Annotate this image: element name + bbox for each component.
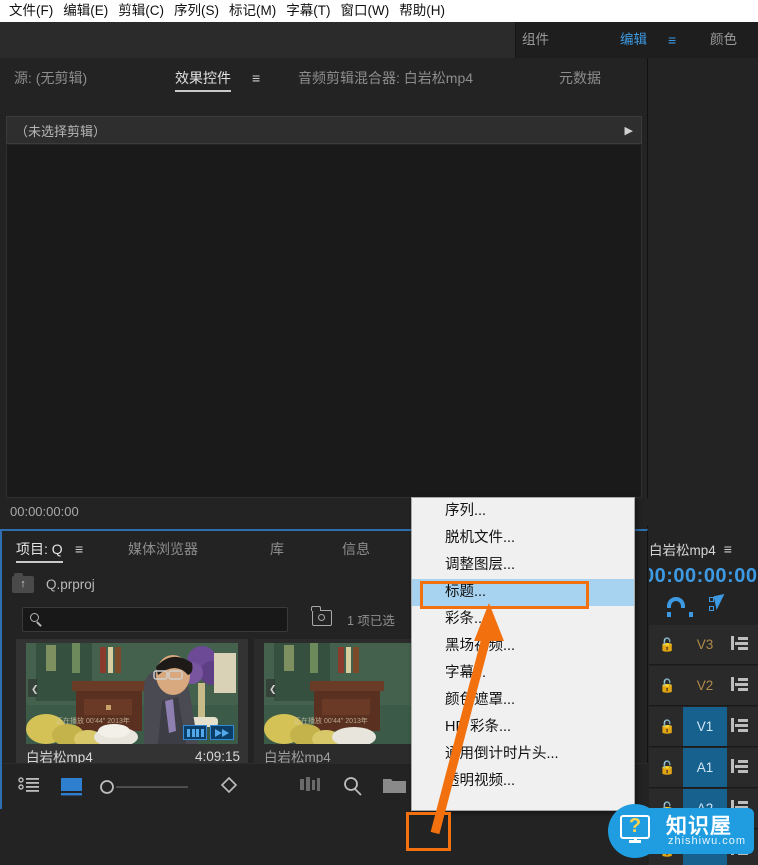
tab-metadata[interactable]: 元数据 — [559, 58, 601, 98]
menu-item-bars-and-tone[interactable]: 彩条... — [412, 606, 634, 633]
menu-item-hd-bars-and-tone[interactable]: HD 彩条... — [412, 714, 634, 741]
timeline-track-v3[interactable]: 🔓 V3 — [649, 625, 758, 665]
menu-item-black-video[interactable]: 黑场视频... — [412, 633, 634, 660]
menu-item-transparent-video[interactable]: 透明视频... — [412, 768, 634, 795]
workspace-bar: 组件 编辑 ≡ 颜色 — [0, 22, 758, 58]
project-panel-menu-icon[interactable]: ≡ — [75, 531, 83, 567]
project-file-name: Q.prproj — [46, 576, 95, 592]
effect-controls-menu-icon[interactable]: ≡ — [252, 58, 260, 98]
selection-info-label: 1 项已选 — [347, 614, 395, 628]
menu-item-sequence[interactable]: 序列(S) — [169, 0, 224, 22]
tab-project[interactable]: 项目: Q — [16, 531, 63, 567]
workspace-tab-assembly[interactable]: 组件 — [522, 22, 549, 58]
watermark-domain: zhishiwu.com — [668, 835, 747, 847]
menu-item-help[interactable]: 帮助(H) — [394, 0, 450, 22]
effect-controls-panel: 源: (无剪辑) 效果控件 ≡ 音频剪辑混合器: 白岩松mp4 元数据 （未选择… — [0, 58, 648, 528]
menu-bar: 文件(F) 编辑(E) 剪辑(C) 序列(S) 标记(M) 字幕(T) 窗口(W… — [0, 0, 758, 22]
question-mark-glyph: ? — [628, 815, 642, 837]
menu-item-title[interactable]: 字幕(T) — [281, 0, 335, 22]
track-target-icon[interactable] — [731, 759, 748, 775]
effect-controls-body — [6, 145, 642, 498]
premiere-pro-window: 文件(F) 编辑(E) 剪辑(C) 序列(S) 标记(M) 字幕(T) 窗口(W… — [0, 0, 758, 865]
search-icon — [30, 613, 39, 622]
snap-icon[interactable] — [667, 597, 693, 617]
svg-text:正在播放 00'44" 2013年: 正在播放 00'44" 2013年 — [56, 716, 130, 725]
menu-item-adjustment-layer[interactable]: 调整图层... — [412, 552, 634, 579]
clip-badges — [183, 725, 234, 740]
watermark: ? 知识屋 zhishiwu.com — [604, 800, 756, 862]
track-target-icon[interactable] — [731, 677, 748, 693]
timeline-timecode[interactable]: 00:00:00:00 — [649, 565, 757, 588]
tab-info[interactable]: 信息 — [342, 531, 370, 567]
linked-selection-icon[interactable] — [709, 594, 731, 615]
timeline-track-a1[interactable]: 🔓 A1 — [649, 748, 758, 788]
menu-item-edit[interactable]: 编辑(E) — [58, 0, 113, 22]
lock-icon[interactable]: 🔓 — [659, 678, 675, 694]
track-name[interactable]: V1 — [683, 707, 727, 746]
track-target-icon[interactable] — [731, 636, 748, 652]
tab-effect-controls[interactable]: 效果控件 — [175, 58, 231, 98]
tab-audio-clip-mixer[interactable]: 音频剪辑混合器: 白岩松mp4 — [298, 58, 473, 98]
freeform-view-icon[interactable] — [300, 776, 326, 798]
chevron-right-icon[interactable]: ▶ — [625, 124, 633, 137]
clip-duration: 4:09:15 — [194, 748, 240, 764]
clip-thumbnail: ❮ 正在播放 00'44" 2013年 — [26, 643, 238, 744]
tab-media-browser[interactable]: 媒体浏览器 — [128, 531, 198, 567]
source-panel-tabs: 源: (无剪辑) 效果控件 ≡ 音频剪辑混合器: 白岩松mp4 元数据 — [0, 58, 648, 98]
timeline-tools — [667, 594, 757, 621]
track-name[interactable]: V3 — [683, 625, 727, 664]
timeline-tab-label: 白岩松mp4 — [649, 543, 716, 558]
tab-libraries[interactable]: 库 — [270, 531, 284, 567]
menu-item-marker[interactable]: 标记(M) — [224, 0, 281, 22]
monitor-stand-base — [629, 840, 641, 843]
menu-item-sequence[interactable]: 序列... — [412, 498, 634, 525]
menu-item-file[interactable]: 文件(F) — [4, 0, 58, 22]
find-icon[interactable] — [342, 776, 364, 798]
annotation-toolbar-box — [406, 812, 451, 851]
svg-text:❮: ❮ — [31, 684, 39, 695]
magnifier-glyph-icon — [318, 614, 325, 621]
folder-up-icon[interactable] — [12, 572, 34, 593]
track-target-icon[interactable] — [731, 718, 748, 734]
selected-clip-bar[interactable]: （未选择剪辑） ▶ — [6, 116, 642, 144]
tab-source[interactable]: 源: (无剪辑) — [14, 58, 87, 98]
menu-item-clip[interactable]: 剪辑(C) — [113, 0, 169, 22]
search-input[interactable] — [22, 607, 288, 632]
menu-item-window[interactable]: 窗口(W) — [336, 0, 395, 22]
workspace-tab-editing[interactable]: 编辑 — [620, 22, 647, 58]
workspace-tab-color[interactable]: 颜色 — [710, 22, 737, 58]
lock-icon[interactable]: 🔓 — [659, 637, 675, 653]
menu-item-title[interactable]: 标题... — [412, 579, 634, 606]
selected-clip-label: （未选择剪辑） — [15, 123, 107, 139]
list-view-icon[interactable] — [18, 776, 40, 798]
menu-item-offline-file[interactable]: 脱机文件... — [412, 525, 634, 552]
menu-item-color-matte[interactable]: 颜色遮罩... — [412, 687, 634, 714]
sort-icon[interactable] — [218, 776, 240, 798]
project-breadcrumb: Q.prproj — [12, 571, 95, 597]
workspace-menu-icon[interactable]: ≡ — [668, 22, 676, 58]
zoom-slider[interactable] — [100, 780, 190, 802]
svg-text:❮: ❮ — [269, 684, 277, 695]
svg-text:正在播放 00'44" 2013年: 正在播放 00'44" 2013年 — [294, 716, 368, 725]
track-name[interactable]: V2 — [683, 666, 727, 705]
new-item-context-menu: 序列... 脱机文件... 调整图层... 标题... 彩条... 黑场视频..… — [411, 497, 635, 811]
lock-icon[interactable]: 🔓 — [659, 719, 675, 735]
menu-item-captions[interactable]: 字幕... — [412, 660, 634, 687]
timeline-tab[interactable]: 白岩松mp4 ≡ — [649, 535, 758, 563]
icon-view-icon[interactable] — [60, 776, 84, 798]
timeline-menu-icon[interactable]: ≡ — [724, 541, 732, 557]
filmstrip-badge — [183, 725, 207, 740]
lock-icon[interactable]: 🔓 — [659, 760, 675, 776]
menu-item-universal-counting-leader[interactable]: 通用倒计时片头... — [412, 741, 634, 768]
track-name[interactable]: A1 — [683, 748, 727, 787]
timeline-track-v1[interactable]: 🔓 V1 — [649, 707, 758, 747]
timeline-track-v2[interactable]: 🔓 V2 — [649, 666, 758, 706]
workspace-left-spacer — [0, 22, 516, 58]
list-item[interactable]: ❮ 正在播放 00'44" 2013年 白岩松mp4 4:09:15 — [16, 639, 248, 775]
find-in-folder-icon[interactable] — [311, 606, 332, 626]
new-bin-icon[interactable] — [382, 776, 408, 798]
audio-waveform-badge — [210, 725, 234, 740]
